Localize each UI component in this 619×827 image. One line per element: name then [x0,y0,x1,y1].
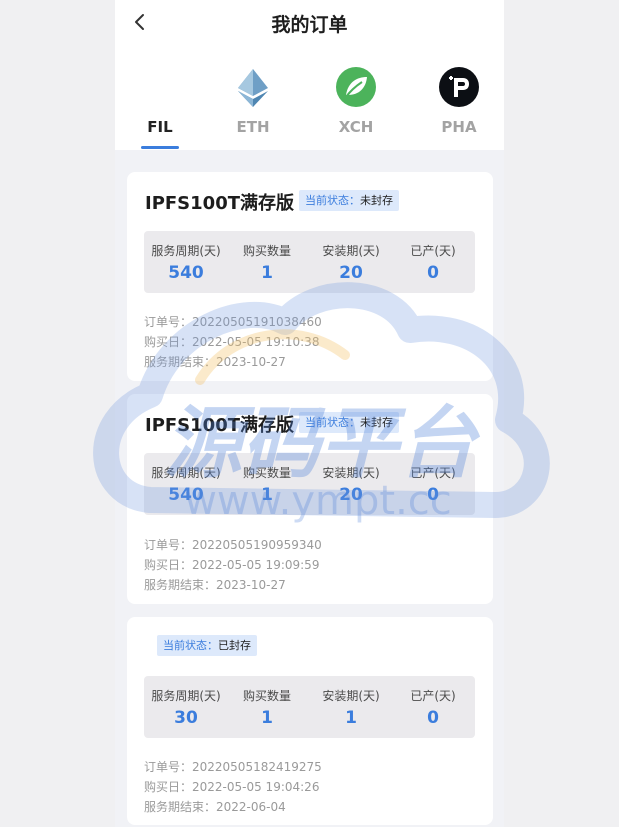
order-card[interactable]: IPFS100T满存版 当前状态：未封存 服务周期(天) 540 购买数量 1 … [127,172,493,381]
purchase-date: 购买日：2022-05-05 19:10:38 [144,335,320,349]
stat-label: 已产(天) [410,466,456,480]
stat-label: 服务周期(天) [151,689,221,703]
stat-label: 安装期(天) [322,244,380,258]
stat-value: 30 [174,708,198,728]
stat-install-period: 安装期(天) 1 [310,676,392,738]
stat-label: 已产(天) [410,244,456,258]
tab-label: ETH [236,118,270,136]
status-badge: 当前状态：已封存 [157,635,257,656]
service-end-date: 服务期结束：2023-10-27 [144,355,286,369]
stat-value: 1 [261,485,273,505]
status-value: 已封存 [218,639,251,652]
stat-produced: 已产(天) 0 [392,676,474,738]
stat-quantity: 购买数量 1 [226,676,308,738]
stat-value: 0 [427,485,439,505]
stat-service-period: 服务周期(天) 540 [145,231,227,293]
stat-value: 0 [427,263,439,283]
stat-quantity: 购买数量 1 [226,231,308,293]
stat-label: 安装期(天) [322,689,380,703]
order-card[interactable]: 当前状态：已封存 服务周期(天) 30 购买数量 1 安装期(天) 1 已产(天… [127,617,493,825]
stat-produced: 已产(天) 0 [392,453,474,515]
chia-leaf-icon [335,66,377,108]
stat-label: 购买数量 [242,689,291,703]
header: 我的订单 FIL ETH XCH PHA [115,0,504,150]
stat-value: 20 [339,263,363,283]
stats-panel: 服务周期(天) 540 购买数量 1 安装期(天) 20 已产(天) 0 [144,453,475,515]
order-number: 订单号：20220505190959340 [144,538,322,552]
status-value: 未封存 [360,416,393,429]
order-page: 我的订单 FIL ETH XCH PHA IPFS100T满存版 当前状态：未封… [115,0,504,827]
stat-label: 购买数量 [242,244,291,258]
stat-install-period: 安装期(天) 20 [310,453,392,515]
stat-produced: 已产(天) 0 [392,231,474,293]
purchase-date: 购买日：2022-05-05 19:09:59 [144,558,320,572]
tab-active-indicator [141,146,179,149]
page-title: 我的订单 [271,14,348,36]
status-badge: 当前状态：未封存 [299,412,399,433]
tab-label: PHA [441,118,477,136]
stat-value: 0 [427,708,439,728]
status-value: 未封存 [360,194,393,207]
stat-value: 1 [261,263,273,283]
tab-pha[interactable]: PHA [414,66,504,150]
stat-service-period: 服务周期(天) 540 [145,453,227,515]
phala-icon [438,66,480,108]
stat-value: 540 [168,485,204,505]
stat-label: 服务周期(天) [151,244,221,258]
status-label: 当前状态： [305,416,360,429]
tab-xch[interactable]: XCH [311,66,401,150]
status-label: 当前状态： [305,194,360,207]
purchase-date: 购买日：2022-05-05 19:04:26 [144,780,320,794]
stat-install-period: 安装期(天) 20 [310,231,392,293]
stat-quantity: 购买数量 1 [226,453,308,515]
product-title: IPFS100T满存版 [145,415,295,436]
tab-label: FIL [147,118,173,136]
status-badge: 当前状态：未封存 [299,190,399,211]
stats-panel: 服务周期(天) 540 购买数量 1 安装期(天) 20 已产(天) 0 [144,231,475,293]
tab-fil[interactable]: FIL [115,66,205,150]
stat-value: 540 [168,263,204,283]
service-end-date: 服务期结束：2022-06-04 [144,800,286,814]
stat-label: 服务周期(天) [151,466,221,480]
product-title: IPFS100T满存版 [145,193,295,214]
stat-value: 20 [339,485,363,505]
ethereum-icon [232,66,274,108]
stats-panel: 服务周期(天) 30 购买数量 1 安装期(天) 1 已产(天) 0 [144,676,475,738]
service-end-date: 服务期结束：2023-10-27 [144,578,286,592]
stat-label: 安装期(天) [322,466,380,480]
stat-label: 已产(天) [410,689,456,703]
status-label: 当前状态： [163,639,218,652]
stat-service-period: 服务周期(天) 30 [145,676,227,738]
stat-value: 1 [345,708,357,728]
stat-value: 1 [261,708,273,728]
order-number: 订单号：20220505182419275 [144,760,322,774]
tab-label: XCH [338,118,374,136]
stat-label: 购买数量 [242,466,291,480]
tab-eth[interactable]: ETH [208,66,298,150]
order-card[interactable]: IPFS100T满存版 当前状态：未封存 服务周期(天) 540 购买数量 1 … [127,394,493,604]
order-number: 订单号：20220505191038460 [144,315,322,329]
